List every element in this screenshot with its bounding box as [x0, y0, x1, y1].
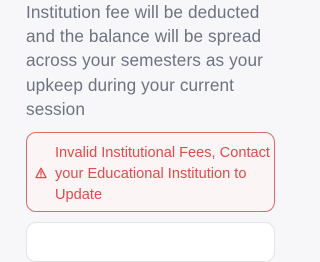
error-alert: Invalid Institutional Fees, Contact your… — [26, 132, 275, 212]
input-card[interactable] — [26, 222, 275, 262]
warning-triangle-icon — [35, 166, 47, 179]
fee-info-text: Institution fee will be deducted and the… — [26, 2, 263, 119]
error-message: Invalid Institutional Fees, Contact your… — [55, 145, 270, 203]
